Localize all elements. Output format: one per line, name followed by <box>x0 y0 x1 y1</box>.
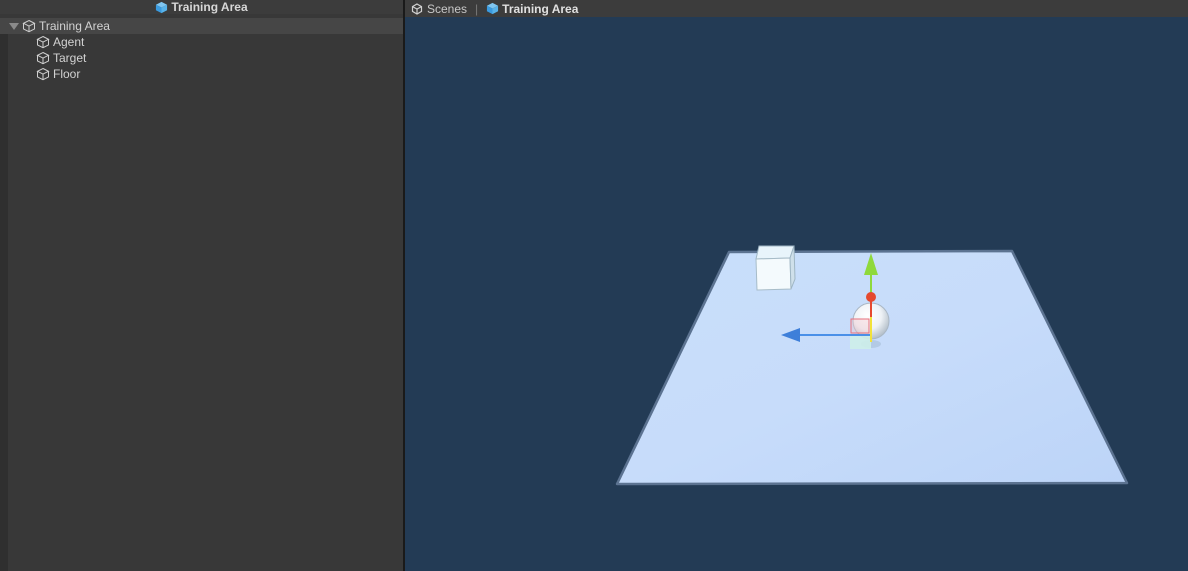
breadcrumb-current[interactable]: Training Area <box>486 2 578 16</box>
tree-item-training-area[interactable]: Training Area <box>0 18 403 34</box>
breadcrumb-scenes-label: Scenes <box>427 1 468 16</box>
hierarchy-title: Training Area <box>171 0 248 14</box>
breadcrumb-scenes[interactable]: Scenes | <box>411 2 486 16</box>
tree-item-label: Training Area <box>39 19 110 33</box>
scene-viewport[interactable] <box>405 17 1188 571</box>
tree-item-agent[interactable]: Agent <box>8 34 431 50</box>
prefab-cube-icon <box>156 1 168 13</box>
gameobject-cube-icon <box>36 35 50 49</box>
hierarchy-gutter <box>0 18 8 571</box>
gizmo-plane-handle-xz[interactable] <box>850 318 870 334</box>
hierarchy-panel: Training Area Training Area Agent Target <box>0 0 403 571</box>
expand-triangle-icon[interactable] <box>9 22 19 30</box>
tree-item-floor[interactable]: Floor <box>8 66 431 82</box>
gameobject-cube-icon <box>22 19 36 33</box>
breadcrumb-separator: | <box>475 1 479 16</box>
prefab-cube-icon <box>487 2 499 15</box>
tree-item-label: Floor <box>53 67 81 81</box>
unity-logo-icon <box>411 2 423 15</box>
gameobject-cube-icon <box>36 51 50 65</box>
tree-item-label: Target <box>53 51 87 65</box>
gizmo-x-handle[interactable] <box>866 292 876 302</box>
tree-item-label: Agent <box>53 35 85 49</box>
gameobject-cube-icon <box>36 67 50 81</box>
breadcrumb: Scenes | Training Area <box>405 0 1188 17</box>
gizmo-plane-handle-yz[interactable] <box>850 336 871 349</box>
breadcrumb-current-label: Training Area <box>502 1 579 16</box>
target-cube[interactable] <box>755 245 796 291</box>
tree-item-target[interactable]: Target <box>8 50 431 66</box>
hierarchy-header[interactable]: Training Area <box>0 0 403 14</box>
scene-view[interactable]: Scenes | Training Area <box>405 0 1188 571</box>
